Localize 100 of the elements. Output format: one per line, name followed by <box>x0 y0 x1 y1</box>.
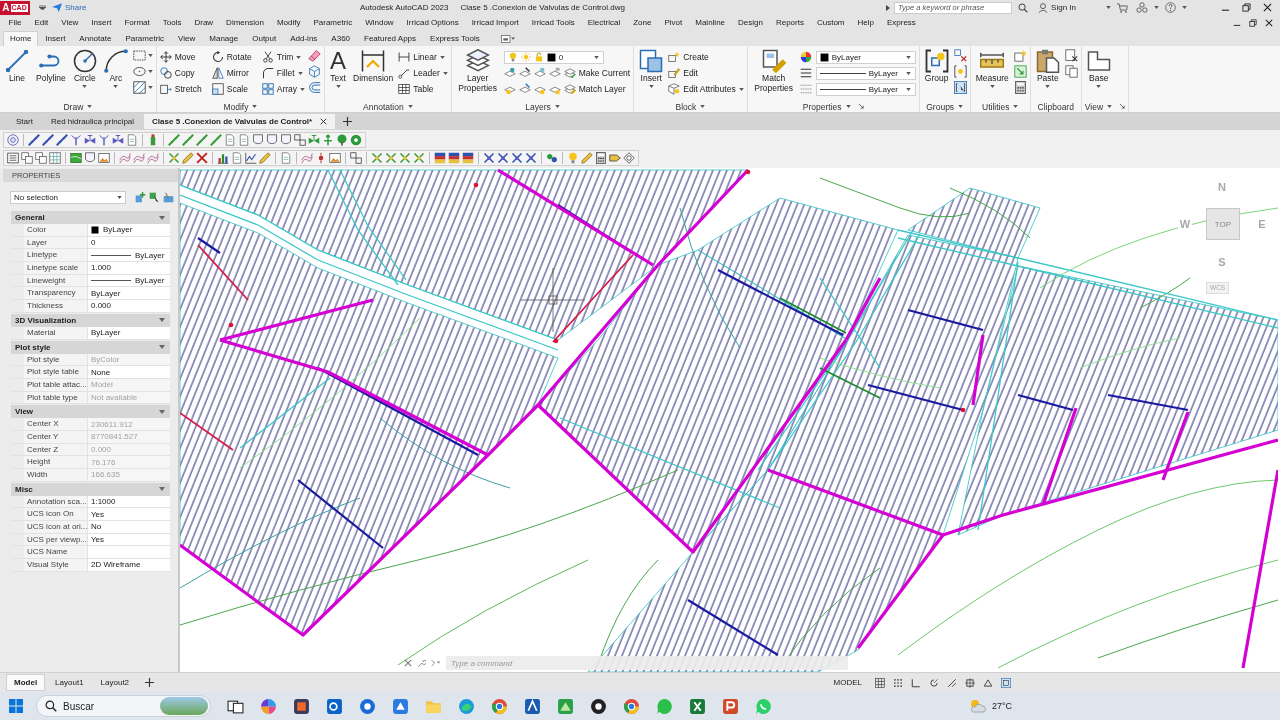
menu-item[interactable]: Irricad Tools <box>525 15 582 31</box>
close-icon[interactable] <box>1265 19 1273 27</box>
ribbon-tool-button[interactable]: Scale <box>211 83 252 95</box>
contour-lines-icon[interactable] <box>133 152 145 164</box>
isodraft-icon[interactable] <box>947 677 957 688</box>
document-icon[interactable] <box>238 134 250 146</box>
ribbon-tab[interactable]: Output <box>245 31 284 46</box>
menu-item[interactable]: Help <box>851 15 881 31</box>
ribbon-tool-button[interactable]: Copy <box>159 67 202 79</box>
sheet-cross-icon[interactable] <box>1064 49 1078 62</box>
property-value[interactable]: None <box>88 366 170 378</box>
menu-item[interactable]: Modify <box>270 15 307 31</box>
panel-title[interactable]: View <box>1084 101 1104 112</box>
ellipse-icon[interactable] <box>132 65 146 78</box>
color-pie-icon[interactable] <box>260 697 277 715</box>
sprinkler-icon[interactable] <box>98 134 110 146</box>
cube-icon[interactable] <box>308 65 322 78</box>
sign-in-button[interactable]: Sign In <box>1038 2 1076 13</box>
valve-icon[interactable] <box>84 134 96 146</box>
panel-title[interactable]: Layers <box>525 101 551 112</box>
ribbon-tool-button[interactable]: Match Layer <box>503 83 631 95</box>
panel-title[interactable]: Clipboard <box>1037 101 1074 112</box>
ribbon-tool-button[interactable]: Create <box>668 51 744 63</box>
section-header[interactable]: Plot style <box>11 340 170 354</box>
map-icon[interactable] <box>70 152 82 164</box>
object-snap-icon[interactable] <box>965 677 975 688</box>
property-value[interactable]: 0.000 <box>88 300 170 312</box>
pipe-fitting-icon[interactable] <box>385 152 397 164</box>
shield-icon[interactable] <box>84 152 96 164</box>
panel-title[interactable]: Annotation <box>363 101 404 112</box>
menu-item[interactable]: Irricad Import <box>465 15 526 31</box>
shield-icon[interactable] <box>280 134 292 146</box>
ribbon-tool-button[interactable]: Polyline <box>34 49 68 84</box>
calculator-icon[interactable] <box>1013 81 1027 94</box>
color-stack-icon[interactable] <box>448 152 460 164</box>
crossed-pipes-icon[interactable] <box>525 152 537 164</box>
menu-item[interactable]: Window <box>358 15 401 31</box>
pencil-icon[interactable] <box>182 152 194 164</box>
round-app-icon[interactable] <box>590 697 607 715</box>
linked-squares-icon[interactable] <box>294 134 306 146</box>
plus-icon[interactable] <box>145 678 155 687</box>
copy-sheets-icon[interactable] <box>1064 65 1078 78</box>
pipe-fitting-icon[interactable] <box>413 152 425 164</box>
ribbon-tab[interactable]: Manage <box>202 31 246 46</box>
taskbar-search-field[interactable]: Buscar <box>36 695 211 717</box>
search-input[interactable]: Buscar <box>63 700 133 712</box>
app-tile-icon[interactable] <box>392 697 409 715</box>
menu-item[interactable]: Custom <box>810 15 851 31</box>
pipe-icon[interactable] <box>210 134 222 146</box>
shield-icon[interactable] <box>252 134 264 146</box>
pipe-icon[interactable] <box>168 134 180 146</box>
ribbon-tool-button[interactable]: Edit <box>668 67 744 79</box>
pipe-icon[interactable] <box>196 134 208 146</box>
property-dropdown[interactable]: ByLayer <box>815 82 916 96</box>
valve-icon[interactable] <box>112 134 124 146</box>
panel-title[interactable]: Groups <box>926 101 955 112</box>
document-icon[interactable] <box>280 152 292 164</box>
menu-item[interactable]: Mainline <box>688 15 732 31</box>
plus-icon[interactable] <box>343 117 353 126</box>
section-header[interactable]: Misc <box>11 482 170 496</box>
ribbon-tool-button[interactable]: Rotate <box>211 51 252 63</box>
ribbon-tool-button[interactable]: Move <box>159 51 202 63</box>
ribbon-tab[interactable]: Add-ins <box>283 31 325 46</box>
ribbon-tab[interactable]: View <box>171 31 203 46</box>
ribbon-tool-button[interactable]: Make Current <box>503 67 631 79</box>
color-wheel-icon[interactable] <box>799 51 812 63</box>
contour-lines-icon[interactable] <box>147 152 159 164</box>
caret-icon[interactable] <box>159 215 165 220</box>
ribbon-tab[interactable]: Parametric <box>118 31 172 46</box>
cart-icon[interactable] <box>1117 2 1128 13</box>
caret-icon[interactable] <box>159 487 165 492</box>
valve-icon[interactable] <box>308 134 320 146</box>
panel-toggle-icon[interactable] <box>500 35 515 43</box>
menu-item[interactable]: Edit <box>27 15 55 31</box>
stacked-sheets-icon[interactable] <box>35 152 47 164</box>
ribbon-tool-button[interactable]: Circle <box>70 49 99 88</box>
menu-item[interactable]: Parametric <box>306 15 359 31</box>
ribbon-tab[interactable]: Home <box>3 31 39 46</box>
ribbon-tool-button[interactable]: Group <box>922 49 951 84</box>
linetype-icon[interactable] <box>799 67 812 79</box>
ring-icon[interactable] <box>350 134 362 146</box>
ribbon-tab[interactable]: Annotate <box>72 31 119 46</box>
ribbon-tool-button[interactable]: A Text <box>328 49 349 88</box>
snap-icon[interactable] <box>893 677 903 688</box>
group-edit-icon[interactable] <box>953 65 967 78</box>
contour-lines-icon[interactable] <box>119 152 131 164</box>
caret-icon[interactable] <box>39 5 46 10</box>
ribbon-tool-button[interactable]: Base <box>1084 49 1113 88</box>
panel-title[interactable]: Draw <box>63 101 84 112</box>
caret-icon[interactable] <box>159 345 165 349</box>
grid-icon[interactable] <box>49 152 61 164</box>
crossed-pipes-icon[interactable] <box>511 152 523 164</box>
property-value[interactable]: Yes <box>88 508 170 521</box>
pipe-fitting-icon[interactable] <box>168 152 180 164</box>
ribbon-tool-button[interactable]: Insert <box>637 49 666 88</box>
pickadd-icon[interactable] <box>163 192 174 203</box>
layer-dropdown[interactable]: 0 <box>503 50 604 64</box>
panel-title[interactable]: Modify <box>223 101 249 112</box>
search-icon[interactable] <box>1018 2 1029 13</box>
app-tile-icon[interactable] <box>557 697 574 715</box>
